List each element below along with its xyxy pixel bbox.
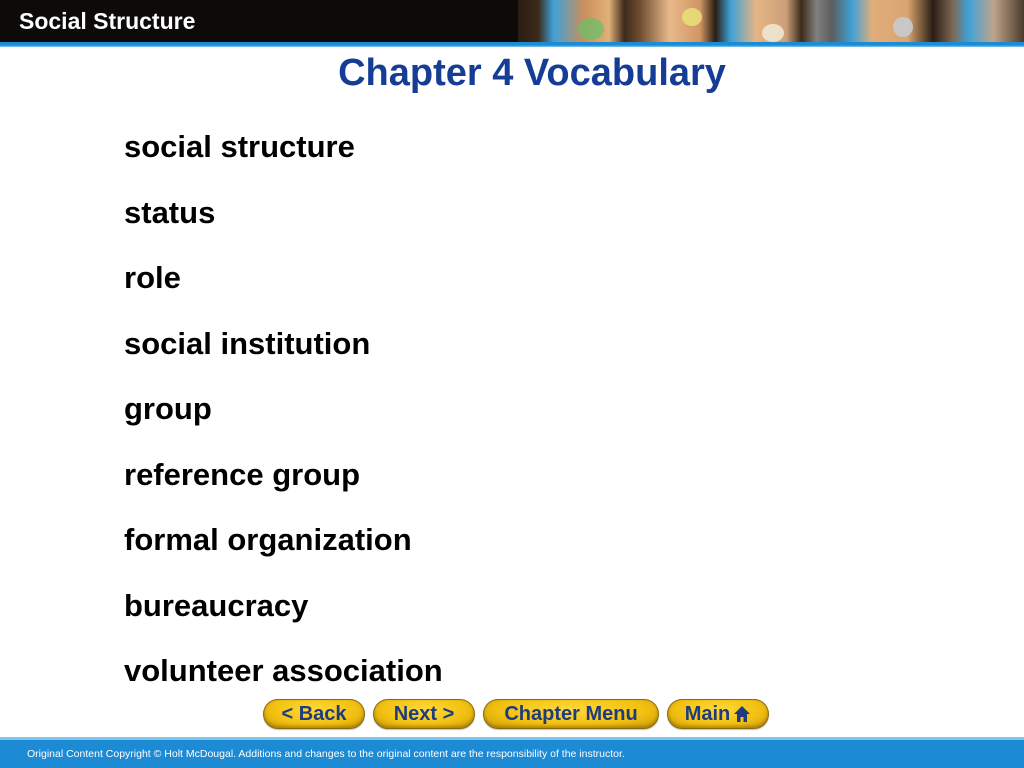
home-icon [734, 706, 751, 722]
vocab-item: social structure [124, 129, 355, 164]
vocab-item: social institution [124, 325, 371, 361]
vocab-item: status [124, 194, 216, 230]
main-button-label: Main [684, 702, 731, 725]
banner-image [518, 0, 1024, 42]
banner-face-2 [682, 8, 702, 26]
vocab-item: role [124, 260, 181, 295]
main-button[interactable]: Main [667, 699, 769, 729]
next-button[interactable]: Next > [373, 699, 475, 729]
vocab-item: bureaucracy [124, 587, 309, 623]
back-button-label: < Back [281, 702, 347, 725]
vocab-item: formal organization [124, 522, 412, 557]
navigation-bar: < Back Next > Chapter Menu Main [263, 699, 777, 731]
header-bar: Social Structure [0, 0, 1024, 44]
chapter-menu-button-label: Chapter Menu [504, 702, 638, 725]
copyright-notice: Original Content Copyright © Holt McDoug… [27, 748, 625, 760]
header-title: Social Structure [19, 8, 196, 34]
vocabulary-list: social structure status role social inst… [124, 127, 443, 717]
vocab-item: reference group [124, 456, 361, 492]
vocab-item: group [124, 391, 212, 426]
back-button[interactable]: < Back [263, 699, 365, 729]
chapter-menu-button[interactable]: Chapter Menu [483, 699, 659, 729]
header-stripe [0, 42, 1024, 47]
banner-face-4 [893, 17, 913, 37]
banner-face-1 [578, 18, 604, 40]
banner-face-3 [762, 24, 784, 42]
page-title: Chapter 4 Vocabulary [338, 52, 726, 94]
footer-bar: Original Content Copyright © Holt McDoug… [0, 740, 1024, 768]
next-button-label: Next > [393, 702, 455, 725]
